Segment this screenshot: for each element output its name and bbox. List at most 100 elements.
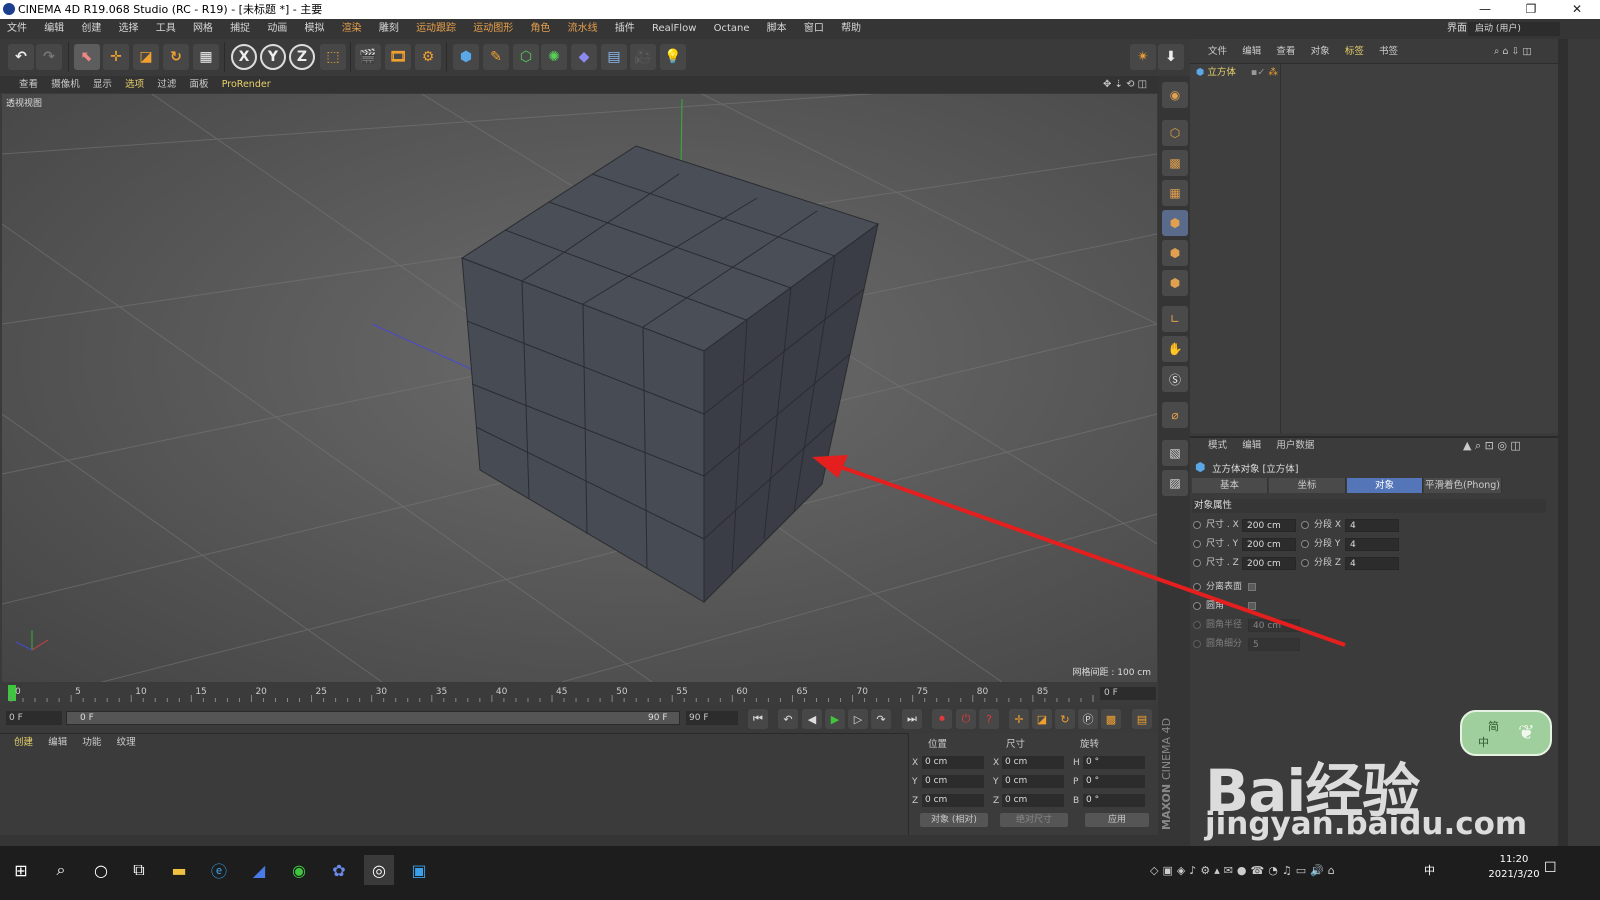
size-z-field[interactable]: 200 cm (1242, 557, 1296, 570)
cube-icon[interactable]: ⬢ (453, 44, 479, 70)
fillet-radius-anim-radio[interactable] (1193, 621, 1201, 629)
workplane-icon[interactable]: ▧ (1162, 440, 1188, 466)
z-axis-icon[interactable]: Z (289, 44, 315, 70)
perspective-viewport[interactable]: 透视视图 网格间距 : 100 cm (2, 94, 1157, 682)
previous-frame-icon[interactable]: ◀ (802, 709, 822, 729)
key-pla-icon[interactable]: ▩ (1101, 709, 1121, 729)
size-y-coord-field[interactable]: 0 cm (1002, 775, 1064, 788)
menu-file[interactable]: 文件 (0, 19, 34, 39)
tweak-mode-icon[interactable]: ✋ (1162, 336, 1188, 362)
model-mode-icon[interactable]: ⬢ (1162, 210, 1188, 236)
layout-dropdown[interactable]: 启动 (用户) (1468, 22, 1560, 36)
timeline-window-icon[interactable]: ▤ (1132, 709, 1152, 729)
object-mode-icon[interactable]: ⬢ (1162, 240, 1188, 266)
pos-y-field[interactable]: 0 cm (922, 775, 984, 788)
mat-menu-texture[interactable]: 纹理 (111, 736, 142, 750)
rotate-icon[interactable]: ↻ (163, 44, 189, 70)
redo-icon[interactable]: ↷ (36, 44, 62, 70)
menu-script[interactable]: 脚本 (760, 19, 794, 39)
render-pv-icon[interactable]: 🎞 (385, 44, 411, 70)
size-mode-dropdown[interactable]: 绝对尺寸 (1000, 813, 1068, 827)
seg-x-anim-radio[interactable] (1301, 521, 1309, 529)
move-icon[interactable]: ✛ (103, 44, 129, 70)
pos-x-field[interactable]: 0 cm (922, 756, 984, 769)
object-name[interactable]: 立方体 (1207, 67, 1236, 78)
edges-mode-icon[interactable]: ▩ (1162, 150, 1188, 176)
select-icon[interactable]: ⬉ (74, 44, 100, 70)
play-icon[interactable]: ▶ (825, 709, 845, 729)
fillet-sub-anim-radio[interactable] (1193, 640, 1201, 648)
menu-simulate[interactable]: 模拟 (298, 19, 332, 39)
coord-system-icon[interactable]: ⬚ (320, 44, 346, 70)
separate-surfaces-checkbox[interactable] (1248, 583, 1256, 591)
recent-tools-icon[interactable]: ▦ (193, 44, 219, 70)
go-to-end-icon[interactable]: ⏭ (902, 709, 922, 729)
seg-x-field[interactable]: 4 (1345, 519, 1399, 532)
max-frame-field[interactable]: 90 F (686, 711, 738, 725)
lock-workplane-icon[interactable]: ▨ (1162, 470, 1188, 496)
go-to-start-icon[interactable]: ⏮ (748, 709, 768, 729)
rot-p-field[interactable]: 0 ° (1083, 775, 1145, 788)
menu-mograph[interactable]: 运动图形 (466, 19, 520, 39)
previous-key-icon[interactable]: ↶ (778, 709, 798, 729)
menu-tools[interactable]: 工具 (149, 19, 183, 39)
om-menu-bookmarks[interactable]: 书签 (1373, 44, 1404, 60)
x-axis-icon[interactable]: X (231, 44, 257, 70)
om-menu-file[interactable]: 文件 (1202, 44, 1233, 60)
tab-phong[interactable]: 平滑着色(Phong) (1424, 478, 1502, 493)
render-globe-icon[interactable]: ◉ (1162, 82, 1188, 108)
menu-create[interactable]: 创建 (74, 19, 108, 39)
rot-h-field[interactable]: 0 ° (1083, 756, 1145, 769)
om-menu-view[interactable]: 查看 (1270, 44, 1301, 60)
tab-object[interactable]: 对象 (1347, 478, 1423, 493)
pos-z-field[interactable]: 0 cm (922, 794, 984, 807)
wechat-icon[interactable]: ◉ (284, 855, 314, 885)
rot-b-field[interactable]: 0 ° (1083, 794, 1145, 807)
menu-motion-tracker[interactable]: 运动跟踪 (409, 19, 463, 39)
menu-help[interactable]: 帮助 (834, 19, 868, 39)
interactive-mode-icon[interactable]: ✴ (1130, 44, 1156, 70)
cinema4d-taskbar-icon[interactable]: ◎ (364, 855, 394, 885)
fillet-subdivision-field[interactable]: 5 (1248, 638, 1300, 651)
menu-pipeline[interactable]: 流水线 (561, 19, 605, 39)
floor-icon[interactable]: ▤ (601, 44, 627, 70)
key-scale-icon[interactable]: ◪ (1032, 709, 1052, 729)
screenshot-app-icon[interactable]: ▣ (404, 855, 434, 885)
pen-icon[interactable]: ✎ (483, 44, 509, 70)
size-x-field[interactable]: 200 cm (1242, 519, 1296, 532)
am-menu-userdata[interactable]: 用户数据 (1270, 439, 1320, 453)
menu-edit[interactable]: 编辑 (37, 19, 71, 39)
key-rotation-icon[interactable]: ↻ (1055, 709, 1075, 729)
tab-coordinates[interactable]: 坐标 (1269, 478, 1346, 493)
menu-window[interactable]: 窗口 (797, 19, 831, 39)
menu-realflow[interactable]: RealFlow (645, 19, 703, 39)
am-menu-mode[interactable]: 模式 (1202, 439, 1233, 453)
viewport-menu-panel[interactable]: 面板 (185, 76, 214, 93)
om-menu-tags[interactable]: 标签 (1339, 44, 1370, 60)
size-x-anim-radio[interactable] (1193, 521, 1201, 529)
om-menu-edit[interactable]: 编辑 (1236, 44, 1267, 60)
mat-menu-edit[interactable]: 编辑 (42, 736, 73, 750)
separate-anim-radio[interactable] (1193, 583, 1201, 591)
snap-icon[interactable]: Ⓢ (1162, 366, 1188, 392)
viewport-menu-options[interactable]: 选项 (120, 76, 149, 93)
search-icon[interactable]: ⌕ (46, 855, 76, 885)
polygons-mode-icon[interactable]: ▦ (1162, 180, 1188, 206)
visibility-check-icon[interactable]: ▪✓ (1251, 67, 1265, 78)
apply-button[interactable]: 应用 (1085, 813, 1149, 827)
subdivision-icon[interactable]: ⬡ (513, 44, 539, 70)
object-list[interactable] (1190, 63, 1558, 433)
app-icon[interactable]: ◢ (244, 855, 274, 885)
edge-browser-icon[interactable]: ⓔ (204, 855, 234, 885)
coord-mode-dropdown[interactable]: 对象 (相对) (920, 813, 988, 827)
magnet-icon[interactable]: ⌀ (1162, 402, 1188, 428)
menu-character[interactable]: 角色 (523, 19, 557, 39)
timeline-ruler[interactable]: 051015202530354045505560657075808590 (8, 683, 1096, 703)
seg-z-anim-radio[interactable] (1301, 559, 1309, 567)
seg-y-anim-radio[interactable] (1301, 540, 1309, 548)
om-menu-objects[interactable]: 对象 (1305, 44, 1336, 60)
undo-icon[interactable]: ↶ (8, 44, 34, 70)
task-view-icon[interactable]: ⧉ (124, 855, 154, 885)
viewport-menu-view[interactable]: 查看 (14, 76, 43, 93)
viewport-nav-icons[interactable]: ✥ ⇣ ⟲ ◫ (1098, 76, 1152, 93)
